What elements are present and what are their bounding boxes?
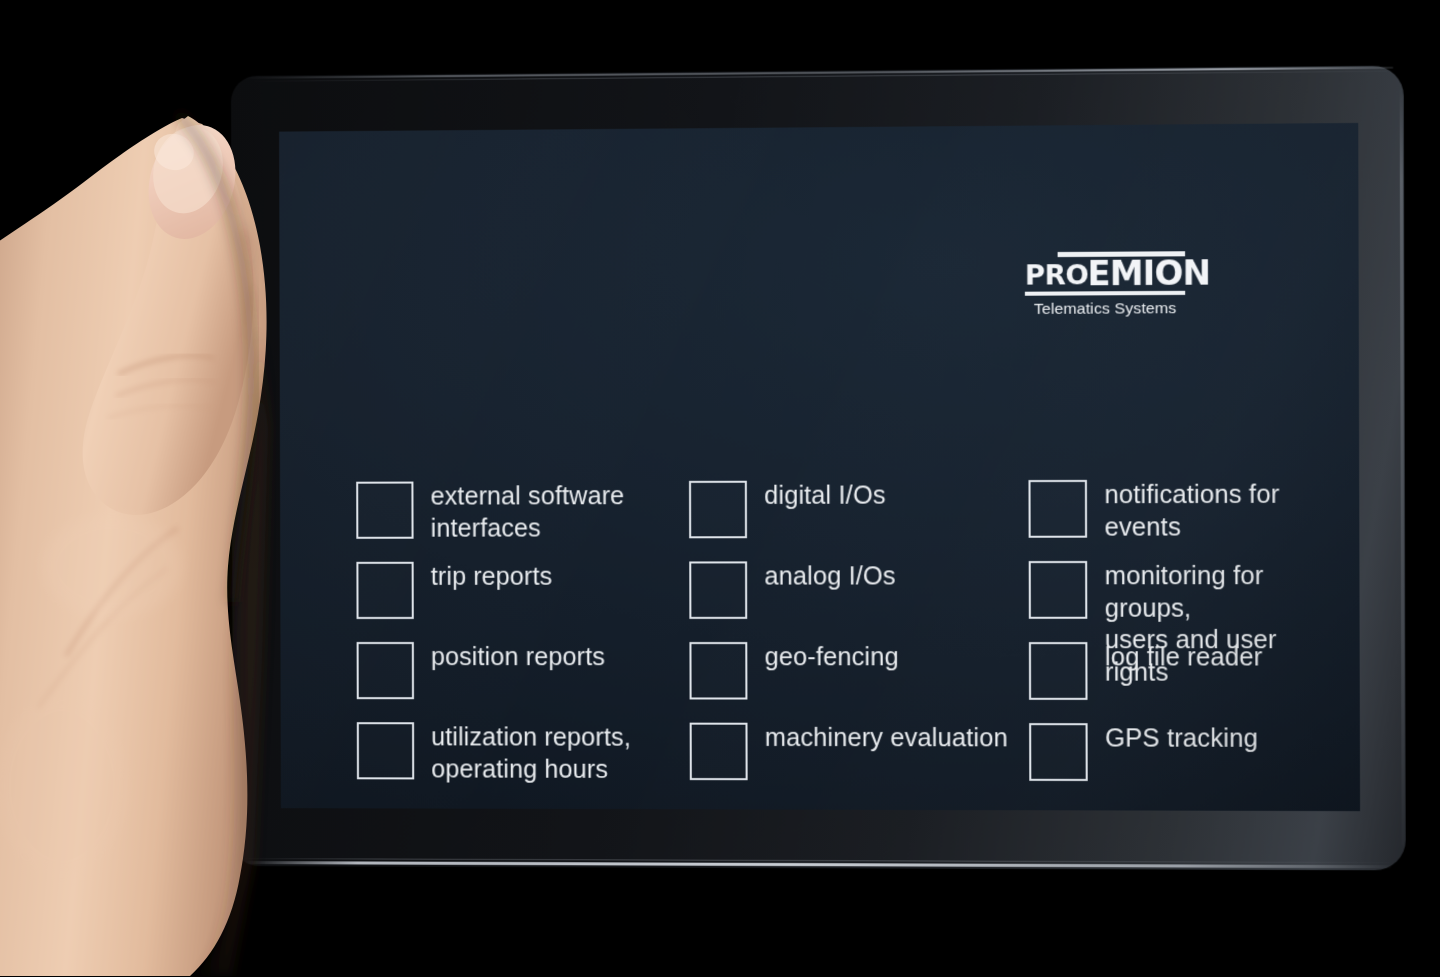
checkbox-icon[interactable] [689, 722, 748, 781]
screenshot-stage: PRO EMION Telematics Systems external sof… [0, 0, 1440, 977]
checklist-item-label: digital I/Os [764, 481, 886, 510]
checklist-item[interactable]: utilization reports, operating hours [356, 720, 690, 786]
logo-word-emion: EMION [1087, 253, 1211, 294]
feature-checklist: external software interfaces digital I/O… [356, 477, 1294, 802]
checklist-item[interactable]: geo-fencing [689, 640, 1029, 700]
checklist-item-label: notifications for events [1104, 480, 1280, 542]
checklist-item[interactable]: GPS tracking [1029, 721, 1294, 781]
checklist-item-label: analog I/Os [764, 562, 896, 591]
checkbox-icon[interactable] [1028, 561, 1088, 619]
checklist-item[interactable]: trip reports [356, 559, 689, 619]
checklist-item[interactable]: log file reader [1028, 640, 1294, 700]
checklist-item-label: trip reports [430, 562, 553, 591]
logo-word-pro: PRO [1024, 259, 1089, 292]
checklist-item[interactable]: notifications for events [1028, 477, 1293, 543]
proemion-logo: PRO EMION Telematics Systems [1024, 251, 1210, 319]
tablet-device: PRO EMION Telematics Systems external sof… [230, 65, 1406, 871]
checklist-item-label: position reports [430, 643, 605, 672]
checklist-item[interactable]: machinery evaluation [689, 721, 1030, 781]
checklist-item-label: GPS tracking [1105, 724, 1259, 753]
checkbox-icon[interactable] [356, 642, 414, 700]
logo-tagline: Telematics Systems [1033, 299, 1177, 318]
logo-bar-bottom-icon [1024, 290, 1186, 296]
checklist-item-label: machinery evaluation [764, 723, 1008, 753]
bezel-right-highlight [1399, 87, 1405, 846]
checkbox-icon[interactable] [689, 642, 748, 700]
checklist-item-label: utilization reports, operating hours [431, 723, 631, 784]
checkbox-icon[interactable] [356, 722, 415, 780]
checklist-item[interactable]: digital I/Os [689, 478, 1029, 539]
checkbox-icon[interactable] [356, 561, 414, 619]
logo-wordmark: PRO EMION [1024, 253, 1210, 293]
checkbox-icon[interactable] [689, 480, 748, 539]
checkbox-icon[interactable] [356, 481, 414, 539]
checklist-item-label: geo-fencing [764, 643, 899, 672]
checklist-item[interactable]: position reports [356, 640, 690, 700]
checkbox-icon[interactable] [1028, 479, 1088, 538]
checkbox-icon[interactable] [1028, 642, 1088, 700]
checkbox-icon[interactable] [689, 561, 748, 619]
checklist-item[interactable]: analog I/Os [689, 559, 1029, 619]
tablet-screen[interactable]: PRO EMION Telematics Systems external sof… [279, 122, 1361, 812]
checklist-item-label: external software interfaces [430, 482, 625, 543]
checklist-item-label: log file reader [1104, 643, 1263, 672]
checkbox-icon[interactable] [1029, 723, 1088, 781]
checklist-item[interactable]: external software interfaces [356, 479, 689, 545]
